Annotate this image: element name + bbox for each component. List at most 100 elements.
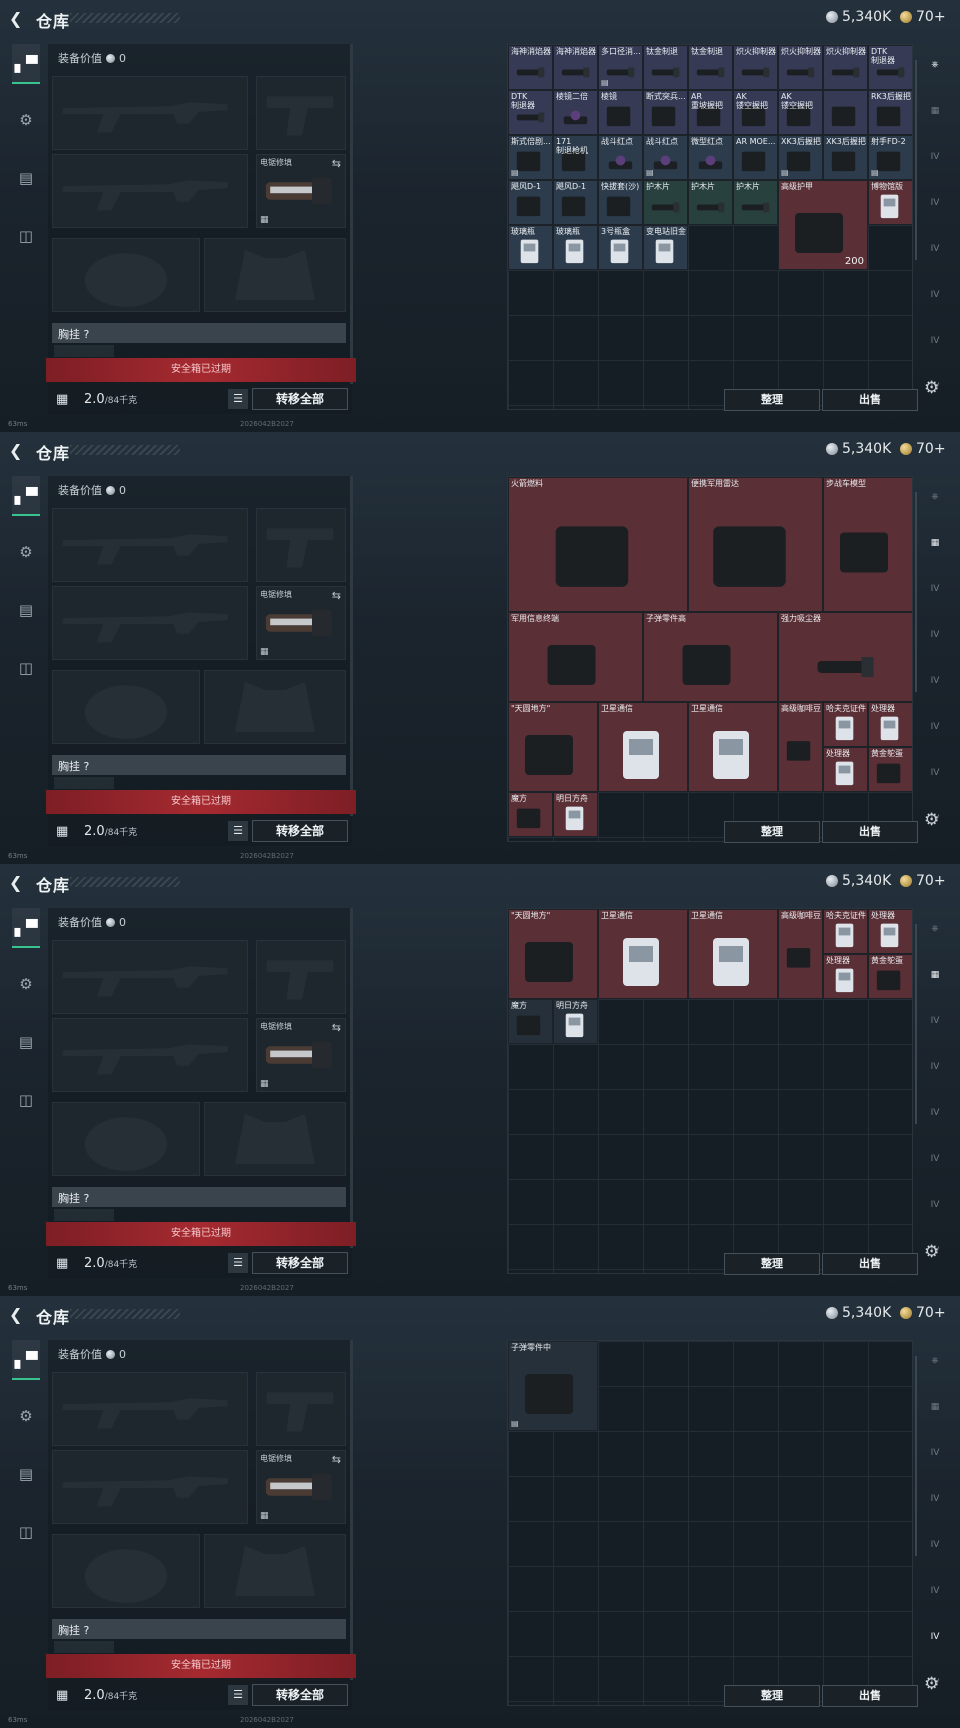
- clipboard-tab-icon[interactable]: ▤: [12, 590, 40, 630]
- inventory-item[interactable]: 炽火抑制器: [778, 45, 823, 90]
- inventory-item[interactable]: 护木片: [688, 180, 733, 225]
- sort-button[interactable]: 整理: [724, 821, 820, 843]
- container-tab-icon-5[interactable]: IV: [923, 236, 947, 262]
- sort-button[interactable]: 整理: [724, 1685, 820, 1707]
- inventory-item[interactable]: 棱镜: [598, 90, 643, 135]
- swap-icon[interactable]: ⇆: [332, 1453, 341, 1466]
- inventory-item[interactable]: 博物馆版: [868, 180, 912, 225]
- settings-gear-icon[interactable]: ⚙: [924, 378, 939, 398]
- safe-box-expired-bar[interactable]: 安全箱已过期: [46, 790, 356, 814]
- swap-icon[interactable]: ⇆: [332, 157, 341, 170]
- transfer-all-button[interactable]: 转移全部: [252, 1684, 348, 1706]
- list-view-icon[interactable]: ☰: [228, 1685, 248, 1705]
- transfer-all-button[interactable]: 转移全部: [252, 820, 348, 842]
- inventory-item[interactable]: 断式突兵...: [643, 90, 688, 135]
- inventory-item[interactable]: 快拔套(沙): [598, 180, 643, 225]
- primary-weapon-slot[interactable]: [52, 1372, 248, 1446]
- chest-rig-slot[interactable]: 胸挂 ?: [52, 323, 346, 343]
- gold-currency[interactable]: 70+: [900, 441, 946, 457]
- inventory-item[interactable]: 处理器: [823, 954, 868, 999]
- container-tab-icon-5[interactable]: IV: [923, 1532, 947, 1558]
- inventory-scrollbar[interactable]: [915, 924, 917, 1124]
- inventory-item[interactable]: 飓风D-1: [508, 180, 553, 225]
- chest-rig-slot[interactable]: 胸挂 ?: [52, 755, 346, 775]
- inventory-item[interactable]: 黄金鸵蛋: [868, 954, 912, 999]
- container-tab-icon-3[interactable]: IV: [923, 1440, 947, 1466]
- container-tab-icon-6[interactable]: IV: [923, 714, 947, 740]
- inventory-item[interactable]: 处理器: [868, 702, 912, 747]
- container-tab-icon-7[interactable]: IV: [923, 760, 947, 786]
- silver-currency[interactable]: 5,340K: [826, 873, 891, 889]
- container-tab-icon-3[interactable]: IV: [923, 144, 947, 170]
- back-icon[interactable]: ❮: [9, 443, 25, 459]
- inventory-item[interactable]: 步战车模型: [823, 477, 912, 612]
- inventory-item[interactable]: 处理器: [823, 747, 868, 792]
- weapon-tab-icon[interactable]: ▖▀: [12, 1340, 40, 1380]
- container-tab-icon-5[interactable]: IV: [923, 668, 947, 694]
- melee-slot[interactable]: 电锯修填 ⇆ ▦: [256, 586, 346, 660]
- swap-icon[interactable]: ⇆: [332, 1021, 341, 1034]
- secondary-weapon-slot[interactable]: [52, 1450, 248, 1524]
- inventory-item[interactable]: 护木片: [643, 180, 688, 225]
- inventory-item[interactable]: XK3后握把: [823, 135, 868, 180]
- inventory-item[interactable]: 卫星通信: [688, 702, 778, 792]
- inventory-item[interactable]: 炽火抑制器: [733, 45, 778, 90]
- inventory-item[interactable]: 魔方: [508, 792, 553, 837]
- inventory-item[interactable]: 护木片: [733, 180, 778, 225]
- container-tab-icon-7[interactable]: IV: [923, 1624, 947, 1650]
- container-tab-icon-2[interactable]: ▦: [923, 530, 947, 556]
- armor-tab-icon[interactable]: ⚙: [12, 1396, 40, 1436]
- sidearm-slot[interactable]: [256, 508, 346, 582]
- container-tab-icon-1[interactable]: ⎈: [923, 52, 947, 78]
- equipment-scrollbar[interactable]: [350, 1340, 353, 1680]
- inventory-item[interactable]: 飓风D-1: [553, 180, 598, 225]
- sell-button[interactable]: 出售: [822, 1685, 918, 1707]
- inventory-scrollbar[interactable]: [915, 60, 917, 260]
- equipment-scrollbar[interactable]: [350, 908, 353, 1248]
- inventory-item[interactable]: 处理器: [868, 909, 912, 954]
- inventory-item[interactable]: 子弹零件高: [643, 612, 778, 702]
- silver-currency[interactable]: 5,340K: [826, 9, 891, 25]
- container-tab-icon-3[interactable]: IV: [923, 1008, 947, 1034]
- inventory-item[interactable]: 炽火抑制器: [823, 45, 868, 90]
- inventory-item[interactable]: 玻璃瓶: [553, 225, 598, 270]
- sort-button[interactable]: 整理: [724, 1253, 820, 1275]
- inventory-scrollbar[interactable]: [915, 492, 917, 692]
- safe-box-expired-bar[interactable]: 安全箱已过期: [46, 1222, 356, 1246]
- inventory-item[interactable]: 哈夫克证件: [823, 702, 868, 747]
- container-tab-icon-6[interactable]: IV: [923, 282, 947, 308]
- inventory-item[interactable]: "天圆地方": [508, 909, 598, 999]
- weapon-tab-icon[interactable]: ▖▀: [12, 908, 40, 948]
- container-tab-icon-1[interactable]: ⎈: [923, 1348, 947, 1374]
- melee-slot[interactable]: 电锯修填 ⇆ ▦: [256, 1450, 346, 1524]
- container-tab-icon-7[interactable]: IV: [923, 1192, 947, 1218]
- armor-slot[interactable]: [204, 670, 346, 744]
- inventory-item[interactable]: 多口径消... ▤: [598, 45, 643, 90]
- sell-button[interactable]: 出售: [822, 1253, 918, 1275]
- briefcase-tab-icon[interactable]: ◫: [12, 1512, 40, 1552]
- armor-slot[interactable]: [204, 1102, 346, 1176]
- container-tab-icon-4[interactable]: IV: [923, 1054, 947, 1080]
- back-icon[interactable]: ❮: [9, 1307, 25, 1323]
- list-view-icon[interactable]: ☰: [228, 1253, 248, 1273]
- container-tab-icon-6[interactable]: IV: [923, 1146, 947, 1172]
- briefcase-tab-icon[interactable]: ◫: [12, 216, 40, 256]
- armor-slot[interactable]: [204, 1534, 346, 1608]
- container-tab-icon-6[interactable]: IV: [923, 1578, 947, 1604]
- gold-currency[interactable]: 70+: [900, 873, 946, 889]
- container-tab-icon-7[interactable]: IV: [923, 328, 947, 354]
- transfer-all-button[interactable]: 转移全部: [252, 1252, 348, 1274]
- inventory-item[interactable]: AR MOE...: [733, 135, 778, 180]
- container-tab-icon-4[interactable]: IV: [923, 190, 947, 216]
- sell-button[interactable]: 出售: [822, 821, 918, 843]
- settings-gear-icon[interactable]: ⚙: [924, 1242, 939, 1262]
- inventory-item[interactable]: [823, 90, 868, 135]
- list-view-icon[interactable]: ☰: [228, 389, 248, 409]
- inventory-item[interactable]: 3号瓶盒: [598, 225, 643, 270]
- weapon-tab-icon[interactable]: ▖▀: [12, 44, 40, 84]
- inventory-item[interactable]: 钛金制退: [643, 45, 688, 90]
- safe-box-expired-bar[interactable]: 安全箱已过期: [46, 1654, 356, 1678]
- inventory-item[interactable]: 海神消焰器: [508, 45, 553, 90]
- container-tab-icon-4[interactable]: IV: [923, 1486, 947, 1512]
- silver-currency[interactable]: 5,340K: [826, 1305, 891, 1321]
